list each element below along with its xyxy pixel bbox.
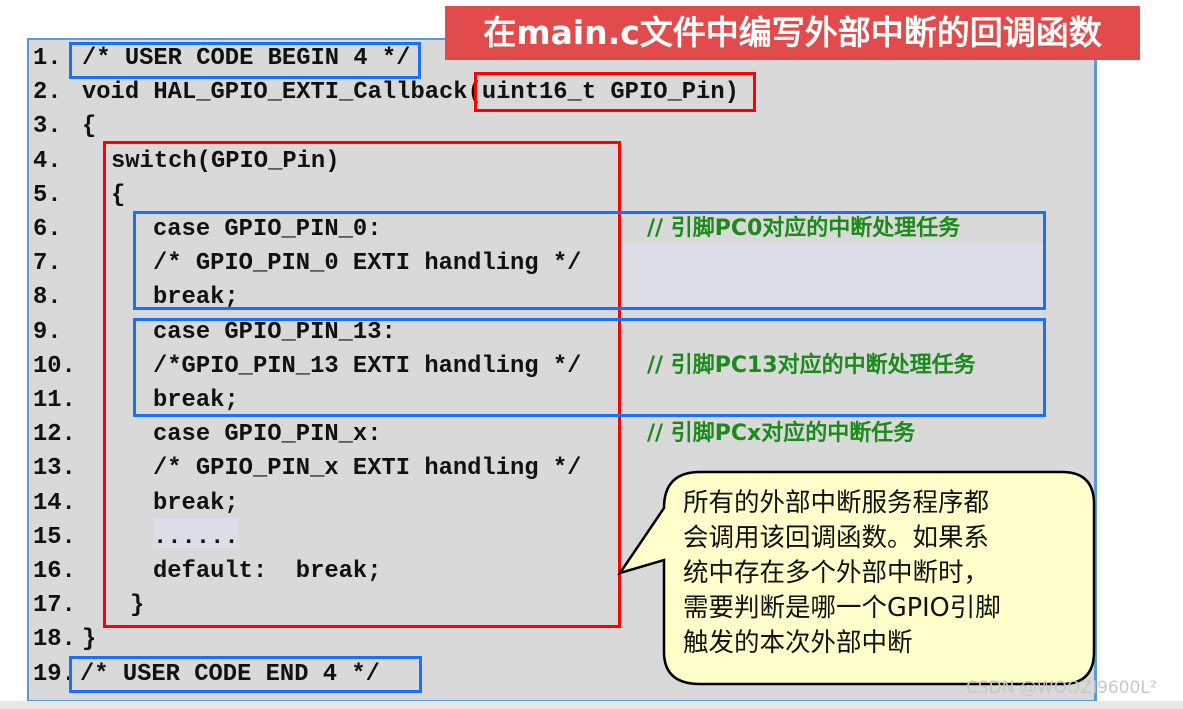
- callout-bubble: [617, 470, 1096, 686]
- callout-line: 所有的外部中断服务程序都: [683, 488, 990, 518]
- callout-line: 需要判断是哪一个GPIO引脚: [683, 593, 1001, 623]
- callout-line: 触发的本次外部中断: [683, 628, 913, 658]
- callout-text: 所有的外部中断服务程序都 会调用该回调函数。如果系 统中存在多个外部中断时， 需要判断…: [683, 486, 1001, 661]
- callout-line: 会调用该回调函数。如果系: [683, 523, 990, 553]
- watermark: CSDN @WOOZI9600L²: [966, 678, 1157, 698]
- callout-line: 统中存在多个外部中断时，: [683, 558, 990, 588]
